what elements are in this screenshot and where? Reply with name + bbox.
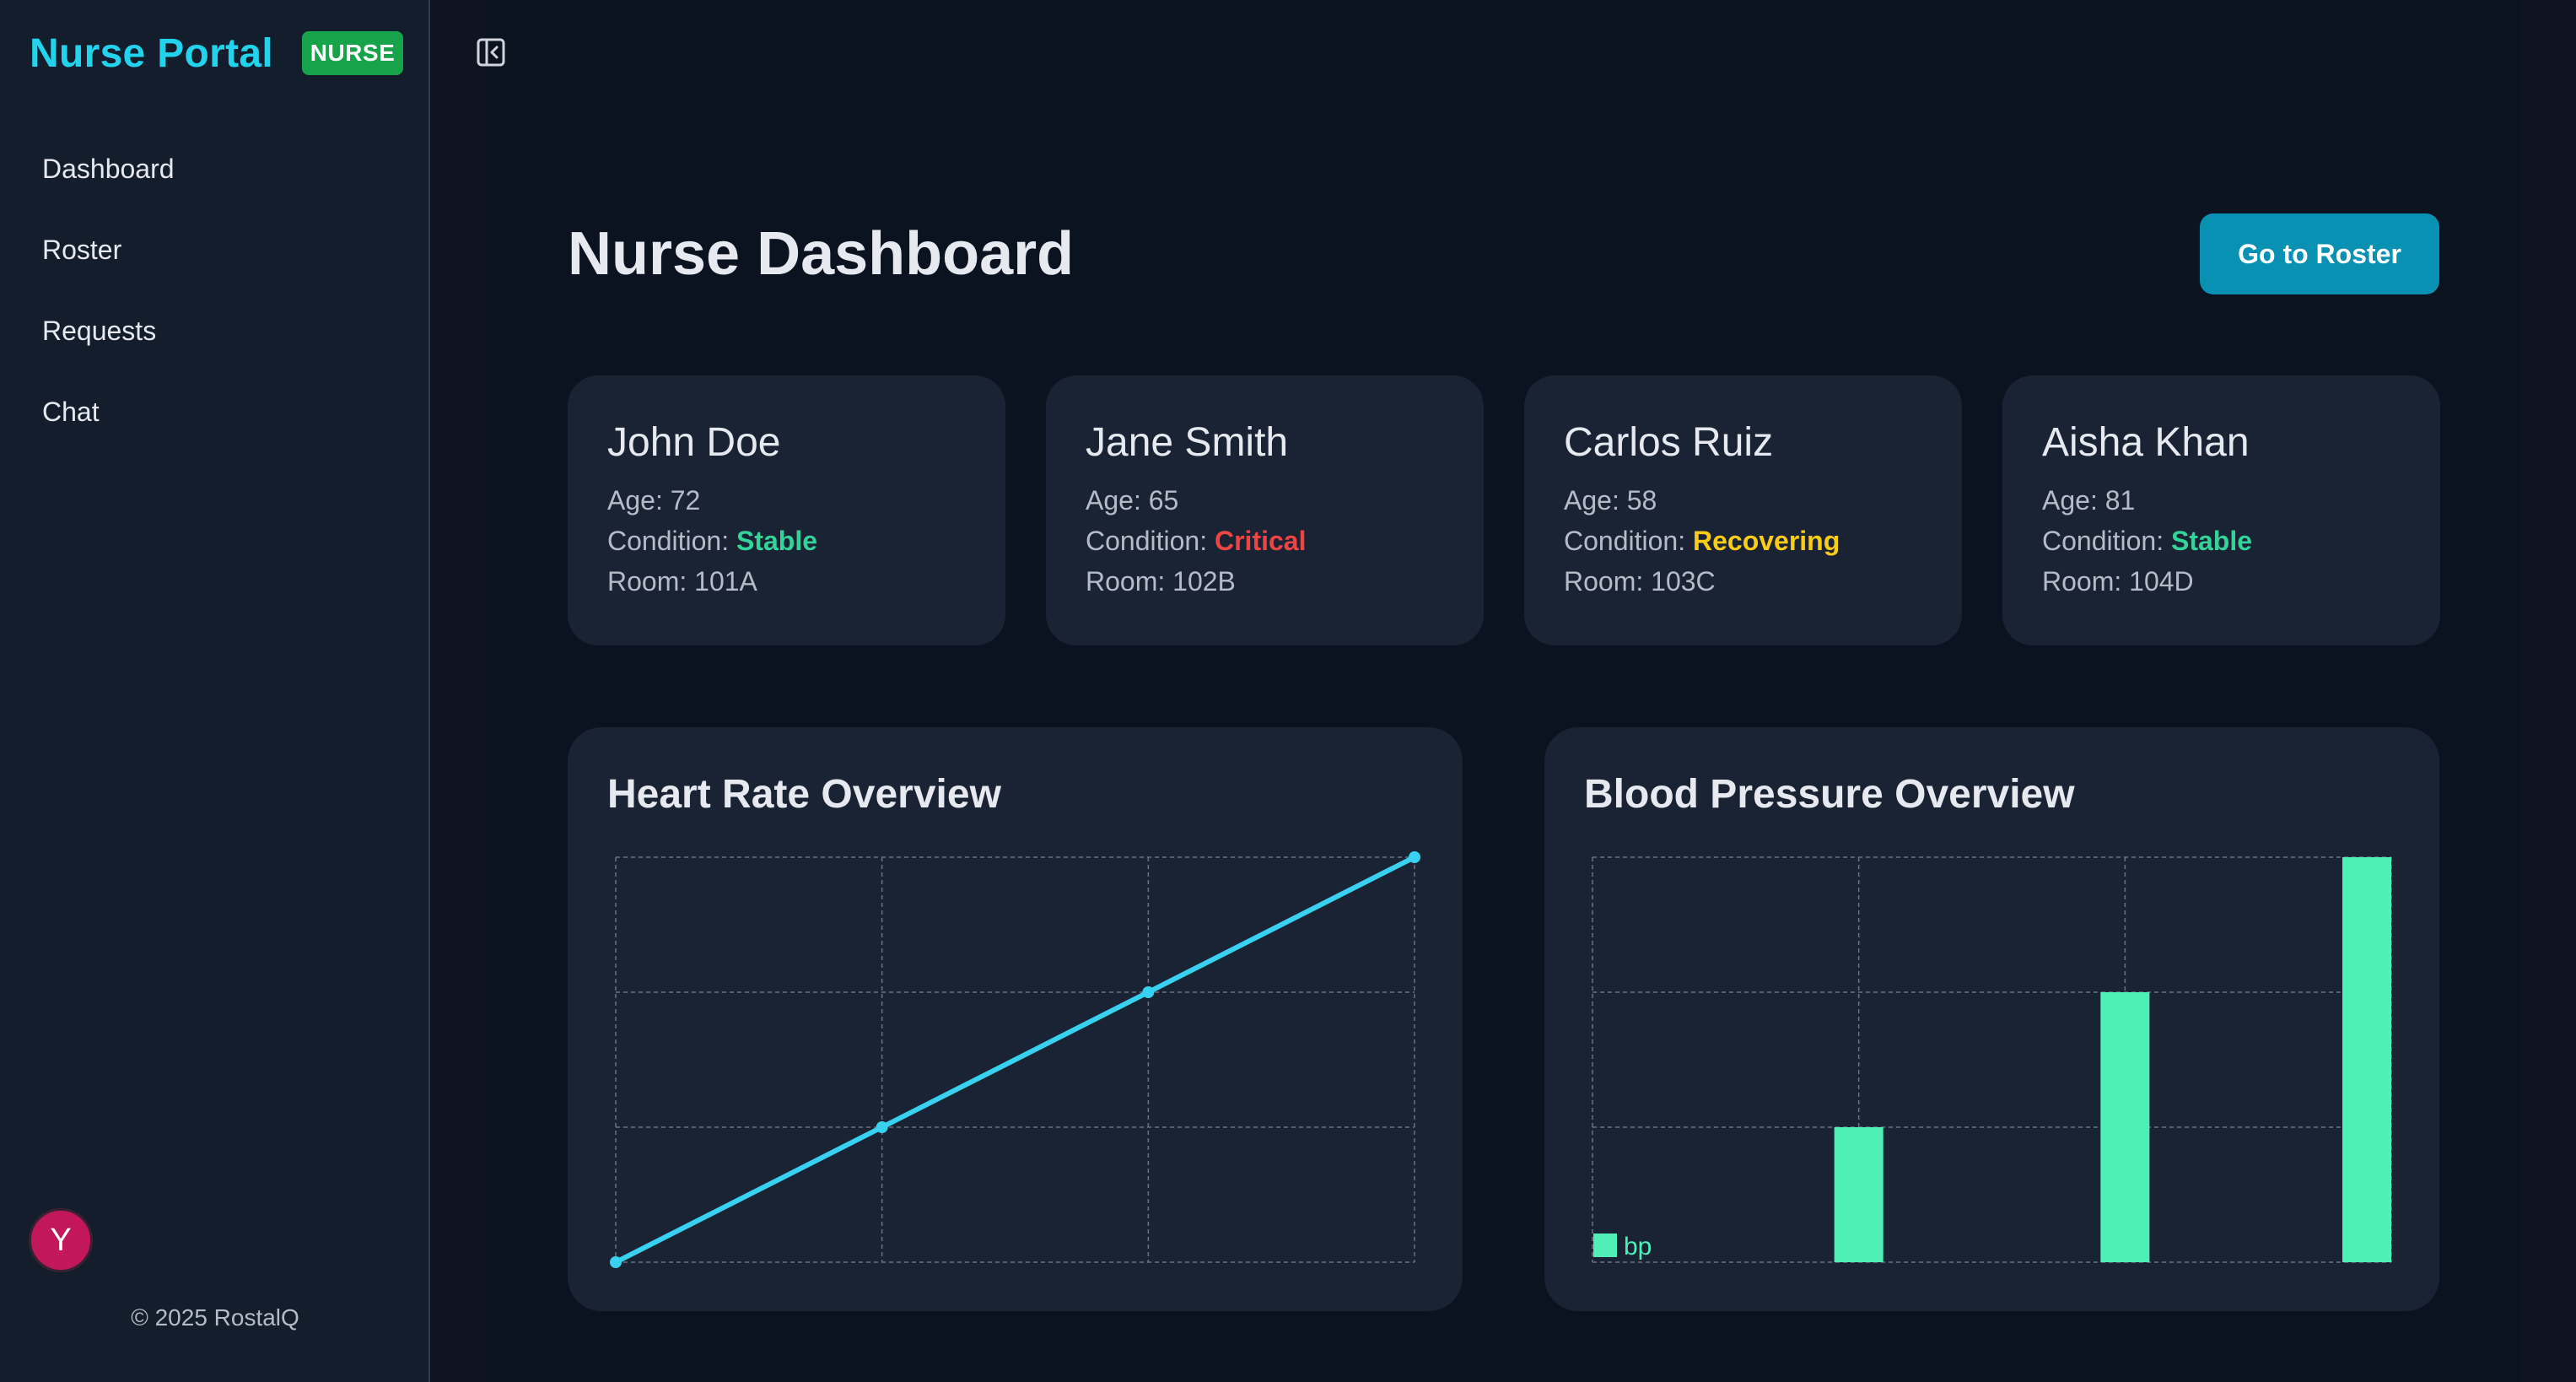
- legend-swatch-bp: [1593, 1234, 1617, 1257]
- sidebar-collapse-icon[interactable]: [474, 35, 508, 69]
- sidebar-item-dashboard[interactable]: Dashboard: [42, 152, 175, 233]
- sidebar-item-roster[interactable]: Roster: [42, 233, 175, 314]
- patient-condition-row: Condition: Stable: [607, 521, 1005, 561]
- blood-pressure-bar: [1834, 1127, 1883, 1262]
- patient-card[interactable]: Aisha Khan Age: 81 Condition: Stable Roo…: [2002, 375, 2440, 645]
- patient-age: Age: 65: [1086, 485, 1179, 516]
- sidebar-item-chat[interactable]: Chat: [42, 395, 175, 476]
- condition-label: Condition:: [2042, 526, 2171, 556]
- sidebar-item-requests[interactable]: Requests: [42, 314, 175, 395]
- heart-rate-chart: [610, 851, 1420, 1268]
- heart-rate-point: [876, 1121, 888, 1133]
- patient-room: Room: 104D: [2042, 566, 2194, 597]
- patient-condition-row: Condition: Stable: [2042, 521, 2440, 561]
- patient-room: Room: 101A: [607, 566, 757, 597]
- patient-age: Age: 72: [607, 485, 701, 516]
- condition-status: Recovering: [1692, 526, 1840, 556]
- patient-room: Room: 102B: [1086, 566, 1236, 597]
- sidebar: Nurse Portal NURSE Dashboard Roster Requ…: [0, 0, 430, 1382]
- blood-pressure-bar: [2100, 992, 2150, 1262]
- go-to-roster-button[interactable]: Go to Roster: [2200, 213, 2439, 294]
- copyright-text: © 2025 RostalQ: [131, 1304, 299, 1331]
- page-title: Nurse Dashboard: [568, 220, 1075, 288]
- patient-card[interactable]: John Doe Age: 72 Condition: Stable Room:…: [568, 375, 1005, 645]
- heart-rate-point: [1409, 851, 1420, 863]
- patient-card[interactable]: Jane Smith Age: 65 Condition: Critical R…: [1046, 375, 1484, 645]
- patient-room: Room: 103C: [1564, 566, 1716, 597]
- heart-rate-chart-card: Heart Rate Overview: [568, 727, 1463, 1311]
- heart-rate-line: [614, 855, 1416, 1265]
- patient-name: Jane Smith: [1086, 420, 1289, 465]
- condition-status: Critical: [1214, 526, 1307, 556]
- patient-condition-row: Condition: Recovering: [1564, 521, 1962, 561]
- brand-title[interactable]: Nurse Portal: [30, 30, 273, 77]
- patient-name: Aisha Khan: [2042, 420, 2250, 465]
- patient-age: Age: 58: [1564, 485, 1657, 516]
- patient-condition-row: Condition: Critical: [1086, 521, 1484, 561]
- heart-rate-point: [610, 1256, 622, 1268]
- condition-status: Stable: [736, 526, 818, 556]
- patient-name: Carlos Ruiz: [1564, 420, 1774, 465]
- sidebar-nav: Dashboard Roster Requests Chat: [42, 152, 175, 476]
- heart-rate-point: [1142, 986, 1155, 998]
- condition-label: Condition:: [607, 526, 736, 556]
- blood-pressure-bar: [2342, 857, 2391, 1262]
- condition-label: Condition:: [1086, 526, 1215, 556]
- blood-pressure-chart: bp: [1592, 856, 2392, 1263]
- blood-pressure-chart-card: Blood Pressure Overview bp: [1544, 727, 2439, 1311]
- patient-name: John Doe: [607, 420, 781, 465]
- role-badge: NURSE: [302, 31, 403, 75]
- patient-card[interactable]: Carlos Ruiz Age: 58 Condition: Recoverin…: [1524, 375, 1962, 645]
- patient-age: Age: 81: [2042, 485, 2136, 516]
- condition-status: Stable: [2170, 526, 2253, 556]
- avatar[interactable]: Y: [29, 1208, 93, 1272]
- legend-label-bp: bp: [1624, 1233, 1652, 1261]
- condition-label: Condition:: [1564, 526, 1693, 556]
